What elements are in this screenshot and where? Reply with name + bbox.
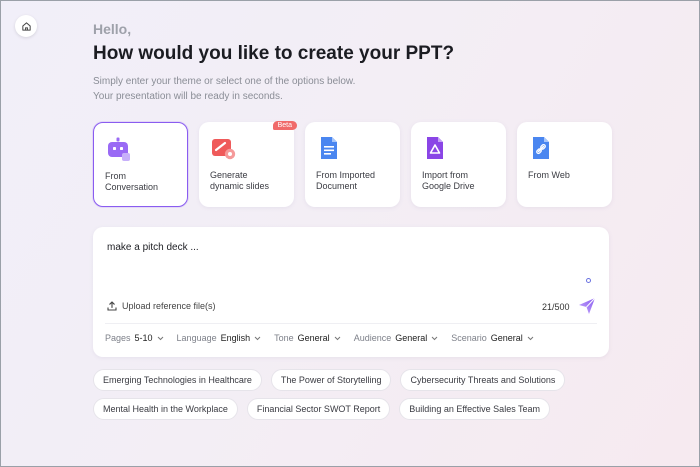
option-label: From Web [528,170,570,180]
suggestion-chip[interactable]: Cybersecurity Threats and Solutions [400,369,566,391]
beta-badge: Beta [272,121,297,130]
settings-bar: Pages 5-10 Language English Tone General… [105,333,534,343]
option-label: Generate dynamic slides [210,170,270,191]
option-from-conversation[interactable]: From Conversation [93,122,188,207]
chevron-down-icon [334,336,341,340]
chevron-down-icon [254,336,261,340]
creation-options: From Conversation Beta Generate dynamic … [93,121,612,207]
subtitle-line: Simply enter your theme or select one of… [93,76,356,87]
subtitle-line: Your presentation will be ready in secon… [93,91,283,102]
suggestion-chip[interactable]: Financial Sector SWOT Report [246,398,391,420]
upload-reference-button[interactable]: Upload reference file(s) [107,301,216,311]
document-icon [321,137,337,159]
option-label: From Conversation [105,171,159,192]
option-from-web[interactable]: From Web [517,122,612,207]
web-link-icon [533,137,549,159]
suggestion-chips: Emerging Technologies in Healthcare The … [93,369,613,427]
home-icon [21,21,31,31]
suggestion-chip[interactable]: Emerging Technologies in Healthcare [93,369,262,391]
option-from-imported-document[interactable]: From Imported Document [305,122,400,207]
status-dot-icon [586,278,591,283]
chevron-down-icon [157,336,163,340]
page-subtitle: Simply enter your theme or select one of… [93,74,355,104]
pages-dropdown[interactable]: Pages 5-10 [105,333,164,343]
language-dropdown[interactable]: Language English [177,333,262,343]
prompt-panel: make a pitch deck ... Upload reference f… [93,227,609,357]
chevron-down-icon [527,336,534,340]
character-counter: 21/500 [542,302,570,312]
suggestion-chip[interactable]: The Power of Storytelling [270,369,392,391]
divider [105,323,597,324]
chip-row: Emerging Technologies in Healthcare The … [93,369,613,391]
chevron-down-icon [431,336,438,340]
option-label: Import from Google Drive [422,170,475,191]
slides-icon [212,139,236,160]
option-generate-dynamic-slides[interactable]: Beta Generate dynamic slides [199,121,297,207]
robot-icon [108,137,130,161]
upload-icon [107,301,117,311]
google-drive-icon [427,137,443,159]
chip-row: Mental Health in the Workplace Financial… [93,398,613,420]
send-button[interactable] [577,296,597,316]
upload-label: Upload reference file(s) [122,301,216,311]
audience-dropdown[interactable]: Audience General [354,333,439,343]
tone-dropdown[interactable]: Tone General [274,333,341,343]
scenario-dropdown[interactable]: Scenario General [451,333,534,343]
suggestion-chip[interactable]: Building an Effective Sales Team [399,398,551,420]
greeting: Hello, [93,21,132,37]
option-label: From Imported Document [316,170,376,191]
page-title: How would you like to create your PPT? [93,43,455,64]
option-import-google-drive[interactable]: Import from Google Drive [411,122,506,207]
prompt-input[interactable]: make a pitch deck ... [107,242,199,253]
suggestion-chip[interactable]: Mental Health in the Workplace [93,398,238,420]
home-button[interactable] [15,15,37,37]
